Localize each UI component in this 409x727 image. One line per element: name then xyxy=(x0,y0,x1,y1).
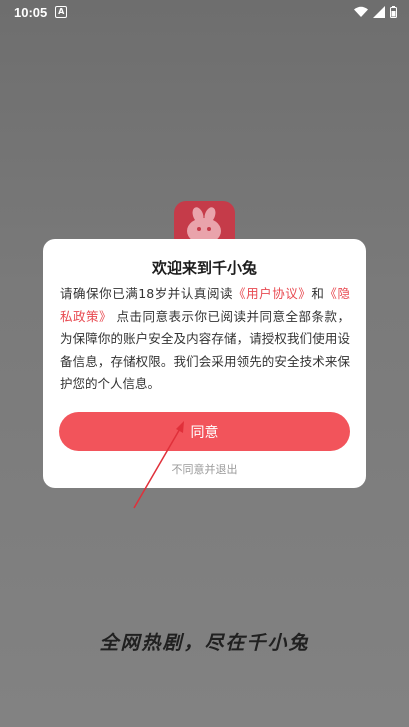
body-prefix: 请确保你已满18岁并认真阅读 xyxy=(60,286,234,301)
signal-icon xyxy=(373,6,385,18)
user-agreement-link[interactable]: 《用户协议》 xyxy=(233,286,311,301)
status-time: 10:05 xyxy=(14,4,48,20)
splash-screen: 10:05 A 全网热剧，尽在千小兔 欢迎来到千小兔 请确保你已满18岁并认真阅… xyxy=(0,0,409,727)
status-left: 10:05 A xyxy=(14,4,68,20)
battery-icon xyxy=(390,6,397,18)
a-icon: A xyxy=(55,6,68,18)
slogan-text: 全网热剧，尽在千小兔 xyxy=(99,632,310,654)
dialog-body: 请确保你已满18岁并认真阅读《用户协议》和《隐私政策》 点击同意表示你已阅读并同… xyxy=(60,283,350,396)
agree-button[interactable]: 同意 xyxy=(59,412,350,451)
disagree-exit-link[interactable]: 不同意并退出 xyxy=(43,461,366,477)
status-right xyxy=(354,6,397,18)
status-bar: 10:05 A xyxy=(0,0,409,24)
and-text: 和 xyxy=(311,286,325,301)
dialog-title: 欢迎来到千小兔 xyxy=(151,259,257,277)
consent-dialog: 欢迎来到千小兔 请确保你已满18岁并认真阅读《用户协议》和《隐私政策》 点击同意… xyxy=(43,239,366,488)
wifi-icon xyxy=(354,6,368,17)
